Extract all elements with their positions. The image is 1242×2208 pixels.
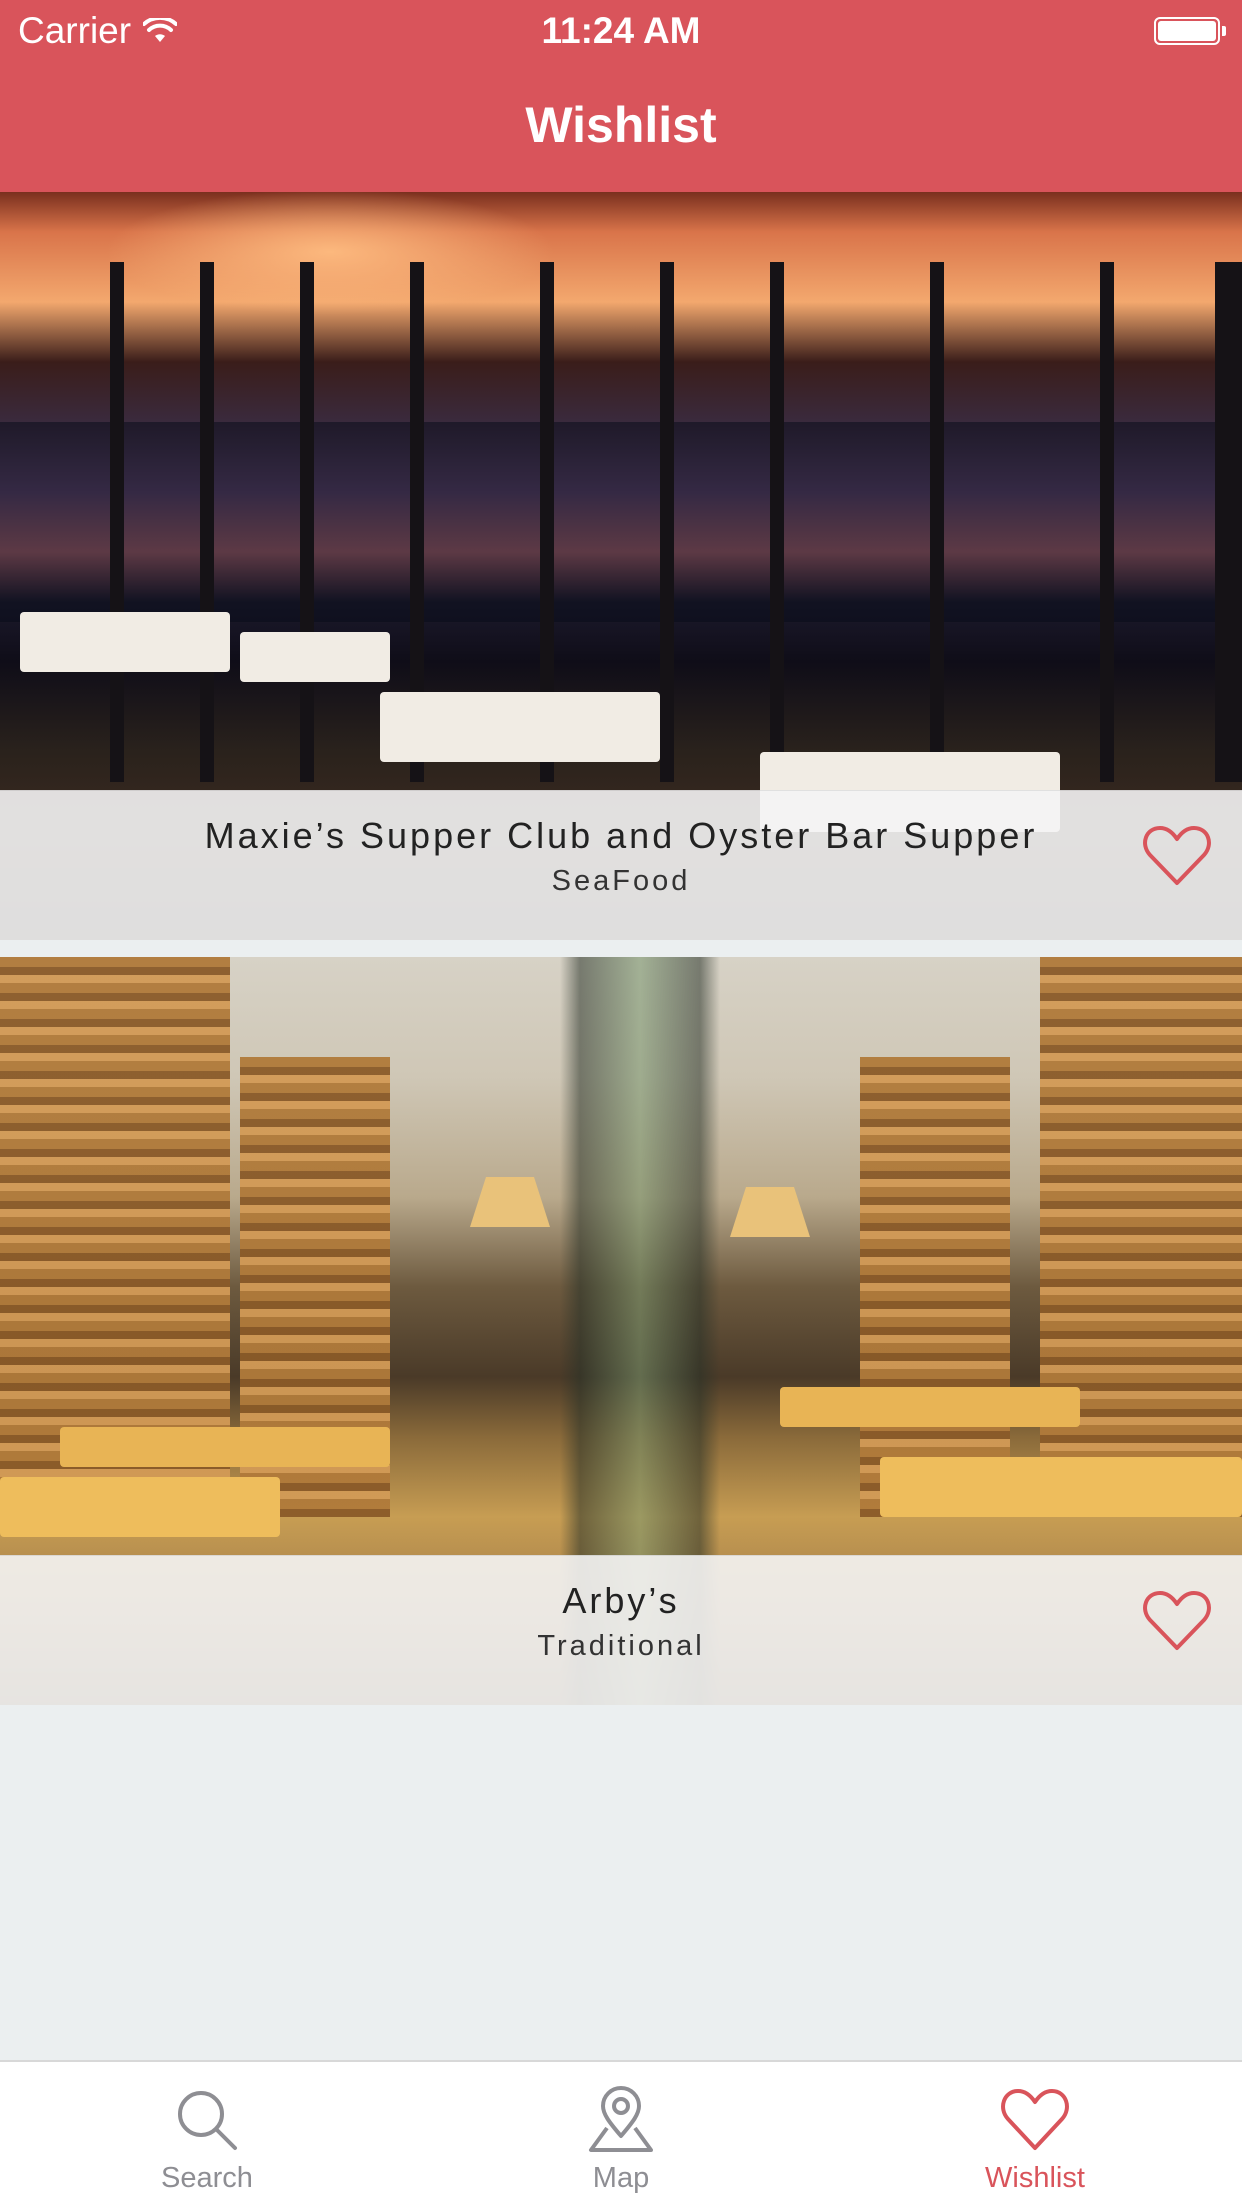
restaurant-name: Maxie’s Supper Club and Oyster Bar Suppe… [204, 815, 1038, 856]
tab-label: Wishlist [985, 2162, 1085, 2194]
tab-wishlist[interactable]: Wishlist [828, 2062, 1242, 2208]
wishlist-card[interactable]: Maxie’s Supper Club and Oyster Bar Suppe… [0, 192, 1242, 940]
restaurant-name: Arby’s [562, 1580, 680, 1621]
restaurant-category: Traditional [537, 1630, 705, 1662]
tab-label: Search [161, 2162, 253, 2194]
restaurant-info-panel: Maxie’s Supper Club and Oyster Bar Suppe… [0, 790, 1242, 940]
tab-search[interactable]: Search [0, 2062, 414, 2208]
battery-icon [1154, 17, 1226, 45]
tab-map[interactable]: Map [414, 2062, 828, 2208]
restaurant-category: SeaFood [551, 865, 691, 897]
restaurant-info-panel: Arby’s Traditional [0, 1555, 1242, 1705]
tab-bar: Search Map Wishlist [0, 2060, 1242, 2208]
heart-icon [1001, 2089, 1069, 2150]
map-pin-icon [589, 2086, 653, 2152]
page-title: Wishlist [525, 97, 717, 153]
heart-icon[interactable] [1142, 823, 1212, 889]
navigation-header: Carrier 11:24 AM Wishlist [0, 0, 1242, 192]
wishlist-card[interactable]: Arby’s Traditional [0, 957, 1242, 1705]
tab-label: Map [592, 2162, 650, 2194]
status-time: 11:24 AM [541, 10, 701, 51]
heart-icon[interactable] [1142, 1588, 1212, 1654]
search-icon [178, 2091, 237, 2150]
status-bar: Carrier 11:24 AM [0, 0, 1242, 60]
